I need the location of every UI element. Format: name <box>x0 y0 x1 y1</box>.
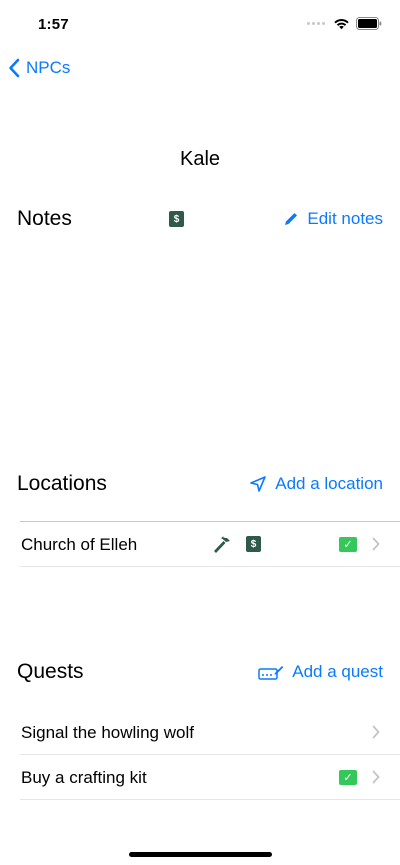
chevron-left-icon <box>9 58 20 78</box>
signature-icon <box>258 666 284 680</box>
edit-notes-label: Edit notes <box>307 209 383 228</box>
add-location-button[interactable]: Add a location <box>249 469 383 499</box>
quests-list: Signal the howling wolf Buy a crafting k… <box>20 710 400 800</box>
quests-header: Quests Add a quest <box>0 657 400 687</box>
quest-row[interactable]: Buy a crafting kit ✓ <box>20 755 400 800</box>
status-bar: 1:57 <box>0 0 400 50</box>
chevron-right-icon <box>371 724 381 740</box>
chevron-right-icon <box>371 536 381 552</box>
status-time: 1:57 <box>38 16 69 33</box>
notes-header: Notes $ Edit notes <box>0 204 400 234</box>
checkbox-checked-icon: ✓ <box>339 770 357 785</box>
location-label: Church of Elleh <box>21 535 138 554</box>
edit-notes-button[interactable]: Edit notes <box>283 204 383 234</box>
cellular-signal-icon <box>307 22 325 25</box>
quests-heading: Quests <box>17 660 84 683</box>
locations-heading: Locations <box>17 472 107 495</box>
money-badge-icon: $ <box>169 211 184 227</box>
add-location-label: Add a location <box>275 474 383 493</box>
back-button[interactable]: NPCs <box>8 58 70 78</box>
home-indicator[interactable] <box>129 852 272 857</box>
quest-label: Signal the howling wolf <box>21 723 194 742</box>
locations-list: Church of Elleh $ ✓ <box>20 521 400 567</box>
notes-heading: Notes <box>17 207 72 230</box>
hammer-icon <box>214 536 230 553</box>
location-arrow-icon <box>250 476 267 492</box>
wifi-icon <box>334 19 349 30</box>
add-quest-button[interactable]: Add a quest <box>258 657 383 687</box>
locations-header: Locations Add a location <box>0 469 400 499</box>
location-row[interactable]: Church of Elleh $ ✓ <box>20 522 400 567</box>
money-badge-icon: $ <box>246 536 261 552</box>
back-label: NPCs <box>26 58 71 77</box>
pencil-icon <box>285 213 298 225</box>
add-quest-label: Add a quest <box>292 662 383 681</box>
quest-label: Buy a crafting kit <box>21 768 147 787</box>
status-icons <box>307 17 382 30</box>
chevron-right-icon <box>371 769 381 785</box>
page-title: Kale <box>179 148 221 170</box>
battery-icon <box>356 17 382 30</box>
checkbox-checked-icon: ✓ <box>339 537 357 552</box>
quest-row[interactable]: Signal the howling wolf <box>20 710 400 755</box>
